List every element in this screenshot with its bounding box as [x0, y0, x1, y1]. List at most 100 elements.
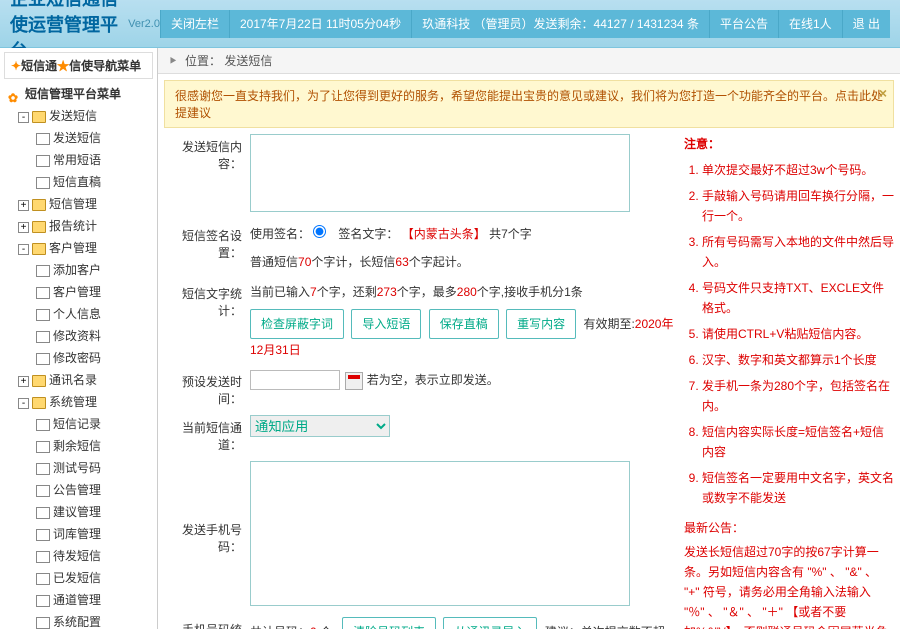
tree-sys-mgmt[interactable]: 系统管理 — [49, 395, 97, 409]
tree-dict[interactable]: 词库管理 — [53, 527, 101, 541]
tip-item: 短信内容实际长度=短信签名+短信内容 — [702, 422, 894, 462]
tree-cust-mgmt2[interactable]: 客户管理 — [53, 285, 101, 299]
page-icon — [36, 485, 50, 497]
tree-sms-record[interactable]: 短信记录 — [53, 417, 101, 431]
clear-phones-button[interactable]: 清除号码列表 — [342, 617, 436, 629]
collapse-icon[interactable]: - — [18, 112, 29, 123]
save-draft-button[interactable]: 保存直稿 — [429, 309, 499, 339]
star-icon: ✦ — [11, 59, 21, 73]
tree-root[interactable]: 短信管理平台菜单 — [25, 87, 121, 101]
tree-sent[interactable]: 已发短信 — [53, 571, 101, 585]
tree-send-group[interactable]: 发送短信 — [49, 109, 97, 123]
tree-send-sms[interactable]: 发送短信 — [53, 131, 101, 145]
nav-logout[interactable]: 退 出 — [842, 10, 890, 38]
tree-common-sms[interactable]: 常用短语 — [53, 153, 101, 167]
tree-cust-mgmt[interactable]: 客户管理 — [49, 241, 97, 255]
tip-item: 单次提交最好不超过3w个号码。 — [702, 160, 894, 180]
tree-edit-pwd[interactable]: 修改密码 — [53, 351, 101, 365]
channel-select[interactable]: 通知应用 — [250, 415, 390, 437]
sms-content-input[interactable] — [250, 134, 630, 212]
page-icon — [36, 353, 50, 365]
tree-ann-mgmt[interactable]: 公告管理 — [53, 483, 101, 497]
tree-profile[interactable]: 个人信息 — [53, 307, 101, 321]
app-version: Ver2.0 — [128, 18, 160, 30]
page-icon — [36, 287, 50, 299]
tip-item: 短信签名一定要用中文名字，英文名或数字不能发送 — [702, 468, 894, 508]
folder-icon — [32, 221, 46, 233]
nav-close-left[interactable]: 关闭左栏 — [160, 10, 229, 38]
rewrite-button[interactable]: 重写内容 — [506, 309, 576, 339]
collapse-icon[interactable]: - — [18, 398, 29, 409]
phones-input[interactable] — [250, 461, 630, 606]
tip-item: 号码文件只支持TXT、EXCLE文件格式。 — [702, 278, 894, 318]
page-icon — [36, 133, 50, 145]
phones-label: 发送手机号码： — [164, 461, 250, 555]
phone-stat-label: 手机号码统计： — [164, 617, 250, 629]
nav-datetime: 2017年7月22日 11时05分04秒 — [229, 10, 411, 38]
nav-online: 在线1人 — [778, 10, 842, 38]
tree-add-cust[interactable]: 添加客户 — [53, 263, 101, 277]
page-icon — [36, 551, 50, 563]
close-icon[interactable]: × — [879, 85, 887, 101]
calendar-icon[interactable] — [345, 372, 363, 390]
expand-icon[interactable]: + — [18, 200, 29, 211]
app-header: 企业短信通信使运营管理平台 Ver2.0 关闭左栏 2017年7月22日 11时… — [0, 0, 900, 48]
page-icon — [36, 155, 50, 167]
page-icon — [36, 507, 50, 519]
tip-item: 手敲输入号码请用回车换行分隔，一行一个。 — [702, 186, 894, 226]
breadcrumb: ⯈ 位置： 发送短信 — [158, 48, 900, 74]
breadcrumb-current: 发送短信 — [224, 54, 272, 68]
tree-draft[interactable]: 短信直稿 — [53, 175, 101, 189]
channel-label: 当前短信通道： — [164, 415, 250, 453]
announcement-body: 发送长短信超过70字的按67字计算一条。另如短信内容含有 "%" 、 "&" 、… — [684, 542, 894, 629]
sign-radio[interactable] — [313, 225, 326, 238]
expand-icon[interactable]: + — [18, 222, 29, 233]
page-icon — [36, 331, 50, 343]
page-icon — [36, 419, 50, 431]
folder-icon — [32, 397, 46, 409]
page-icon — [36, 595, 50, 607]
notice-text[interactable]: 很感谢您一直支持我们，为了让您得到更好的服务，希望您能提出宝贵的意见或建议，我们… — [175, 89, 883, 120]
import-phrase-button[interactable]: 导入短语 — [351, 309, 421, 339]
expand-icon[interactable]: + — [18, 376, 29, 387]
tree-channel[interactable]: 通道管理 — [53, 593, 101, 607]
page-icon — [36, 177, 50, 189]
tree-contacts[interactable]: 通讯名录 — [49, 373, 97, 387]
tree-edit-info[interactable]: 修改资料 — [53, 329, 101, 343]
tree-remain[interactable]: 剩余短信 — [53, 439, 101, 453]
tree-report[interactable]: 报告统计 — [49, 219, 97, 233]
folder-icon — [32, 199, 46, 211]
nav-user-info: 玖通科技 （管理员）发送剩余：44127 / 1431234 条 — [411, 10, 709, 38]
sidebar: ✦短信通★信使导航菜单 ✿短信管理平台菜单 - 发送短信 发送短信 常用短语 短信… — [0, 48, 158, 629]
tree-sms-mgmt[interactable]: 短信管理 — [49, 197, 97, 211]
notice-bar: 很感谢您一直支持我们，为了让您得到更好的服务，希望您能提出宝贵的意见或建议，我们… — [164, 80, 894, 128]
header-nav: 关闭左栏 2017年7月22日 11时05分04秒 玖通科技 （管理员）发送剩余… — [160, 10, 890, 38]
tips-list: 单次提交最好不超过3w个号码。 手敲输入号码请用回车换行分隔，一行一个。 所有号… — [684, 160, 894, 508]
send-time-input[interactable] — [250, 370, 340, 390]
tree-suggest[interactable]: 建议管理 — [53, 505, 101, 519]
folder-icon — [32, 243, 46, 255]
check-words-button[interactable]: 检查屏蔽字词 — [250, 309, 344, 339]
tip-item: 请使用CTRL+V粘贴短信内容。 — [702, 324, 894, 344]
phone-count: 0 — [310, 625, 317, 629]
page-icon — [36, 265, 50, 277]
tips-panel: 注意： 单次提交最好不超过3w个号码。 手敲输入号码请用回车换行分隔，一行一个。… — [684, 134, 894, 629]
folder-icon — [32, 375, 46, 387]
sign-name: 【内蒙古头条】 — [402, 227, 486, 241]
page-icon — [36, 441, 50, 453]
sidebar-title: ✦短信通★信使导航菜单 — [4, 52, 153, 79]
tips-title: 注意： — [684, 134, 894, 154]
from-contacts-button[interactable]: 从通讯录导入 — [443, 617, 537, 629]
nav-notice[interactable]: 平台公告 — [709, 10, 778, 38]
time-label: 预设发送时间： — [164, 369, 250, 407]
tree-test-num[interactable]: 测试号码 — [53, 461, 101, 475]
nav-tree: ✿短信管理平台菜单 - 发送短信 发送短信 常用短语 短信直稿 + 短信管理 + 报告… — [4, 83, 153, 629]
folder-icon — [32, 111, 46, 123]
tree-pending[interactable]: 待发短信 — [53, 549, 101, 563]
tip-item: 汉字、数字和英文都算示1个长度 — [702, 350, 894, 370]
content-label: 发送短信内容： — [164, 134, 250, 172]
tree-sys-config[interactable]: 系统配置 — [53, 615, 101, 629]
star-icon: ★ — [57, 59, 69, 73]
collapse-icon[interactable]: - — [18, 244, 29, 255]
star-icon: ✿ — [8, 89, 22, 101]
